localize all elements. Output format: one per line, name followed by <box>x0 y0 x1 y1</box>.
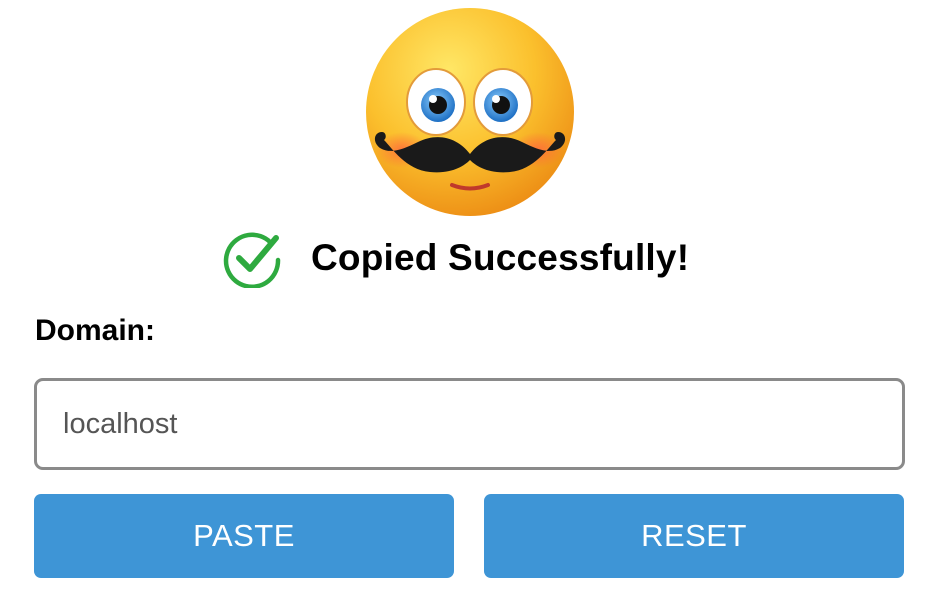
paste-button[interactable]: PASTE <box>34 494 454 578</box>
reset-button[interactable]: RESET <box>484 494 904 578</box>
mustache-emoji-icon <box>366 8 574 216</box>
domain-label: Domain: <box>35 314 155 347</box>
check-circle-icon <box>223 232 281 288</box>
status-message: Copied Successfully! <box>311 237 690 278</box>
domain-input[interactable] <box>34 378 905 470</box>
copy-status: Copied Successfully! <box>223 226 689 290</box>
popup: Copied Successfully! Domain: PASTE RESET <box>0 0 942 590</box>
